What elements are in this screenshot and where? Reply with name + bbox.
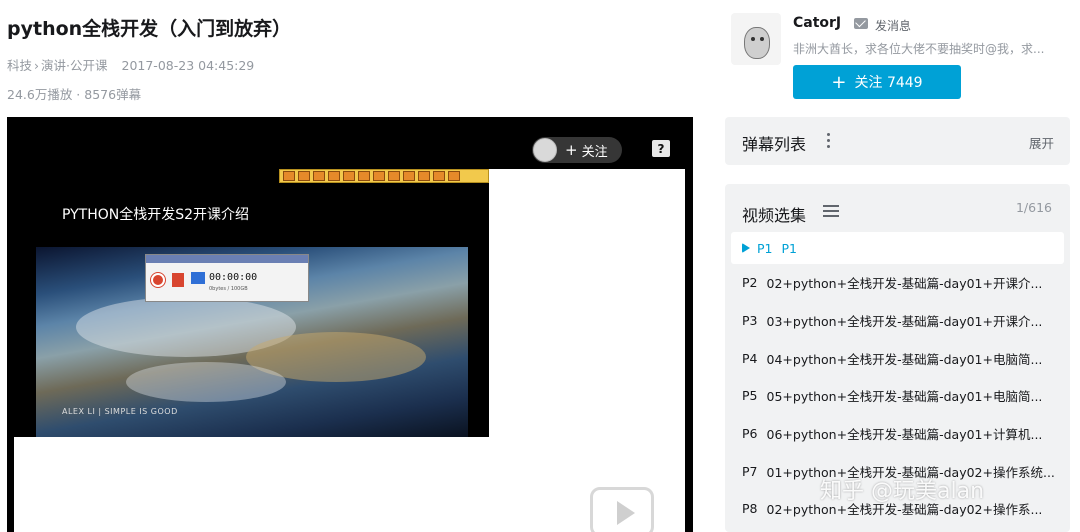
help-icon[interactable]: ?	[652, 140, 670, 157]
episode-item[interactable]: P2 02+python+全栈开发-基础篇-day01+开课介...	[731, 264, 1064, 302]
record-icon	[150, 272, 166, 288]
watermark: 知乎 @玩美alan	[820, 479, 985, 504]
danmaku-title: 弹幕列表	[742, 135, 807, 154]
episode-item[interactable]: P3 03+python+全栈开发-基础篇-day01+开课介...	[731, 302, 1064, 340]
episode-item[interactable]: P4 04+python+全栈开发-基础篇-day01+电脑简...	[731, 339, 1064, 377]
uploader-avatar[interactable]	[731, 13, 781, 65]
player-frame-blank	[489, 169, 685, 532]
episode-panel-title: 视频选集	[742, 206, 807, 225]
breadcrumb-separator-icon: ›	[34, 58, 40, 73]
danmaku-panel[interactable]: 弹幕列表 展开	[725, 117, 1070, 165]
video-meta: 科技 › 演讲·公开课 2017-08-23 04:45:29	[7, 55, 254, 74]
publish-date: 2017-08-23 04:45:29	[121, 58, 255, 73]
slide-footer: ALEX LI | SIMPLE IS GOOD	[62, 407, 178, 416]
expand-button[interactable]: 展开	[1029, 133, 1054, 152]
episode-item-active[interactable]: P1 P1	[731, 232, 1064, 264]
player-frame-blank-bottom	[14, 437, 492, 532]
episode-item[interactable]: P6 06+python+全栈开发-基础篇-day01+计算机...	[731, 415, 1064, 453]
video-player[interactable]: PYTHON全栈开发S2开课介绍 ALEX LI | SIMPLE IS GOO…	[7, 117, 693, 532]
more-icon[interactable]	[827, 133, 831, 149]
uploader-name[interactable]: CatorJ	[793, 15, 841, 31]
recorder-size: 0bytes / 100GB	[209, 286, 248, 292]
uploader-description: 非洲大酋长，求各位大佬不要抽奖时@我，求...	[793, 42, 1045, 56]
episode-item[interactable]: P5 05+python+全栈开发-基础篇-day01+电脑简...	[731, 377, 1064, 415]
recorder-time: 00:00:00	[209, 272, 258, 283]
subcategory-link[interactable]: 演讲·公开课	[41, 58, 107, 73]
playing-icon	[742, 243, 750, 253]
plus-icon: +	[565, 141, 578, 159]
slide-title: PYTHON全栈开发S2开课介绍	[62, 207, 250, 223]
player-follow-label: 关注	[581, 144, 608, 160]
player-follow-button[interactable]: + 关注	[532, 137, 622, 163]
screen-icon	[191, 272, 205, 284]
video-title: python全栈开发（入门到放弃）	[7, 18, 292, 40]
follow-button-label: 关注 7449	[854, 75, 923, 91]
episode-count: 1/616	[1015, 200, 1052, 215]
plus-icon: +	[831, 71, 847, 93]
mail-icon[interactable]	[854, 18, 868, 29]
play-icon[interactable]	[590, 487, 654, 532]
pause-icon	[172, 273, 184, 287]
video-stats: 24.6万播放 · 8576弹幕	[7, 87, 142, 102]
recorder-window: 00:00:00 0bytes / 100GB	[145, 254, 309, 302]
category-link[interactable]: 科技	[7, 58, 32, 73]
list-icon[interactable]	[823, 205, 839, 217]
avatar	[533, 138, 557, 162]
page-root: python全栈开发（入门到放弃） 科技 › 演讲·公开课 2017-08-23 04…	[0, 0, 1080, 532]
follow-button[interactable]: + 关注 7449	[793, 65, 961, 99]
send-message-link[interactable]: 发消息	[875, 17, 911, 34]
screen-toolbar	[279, 169, 489, 183]
